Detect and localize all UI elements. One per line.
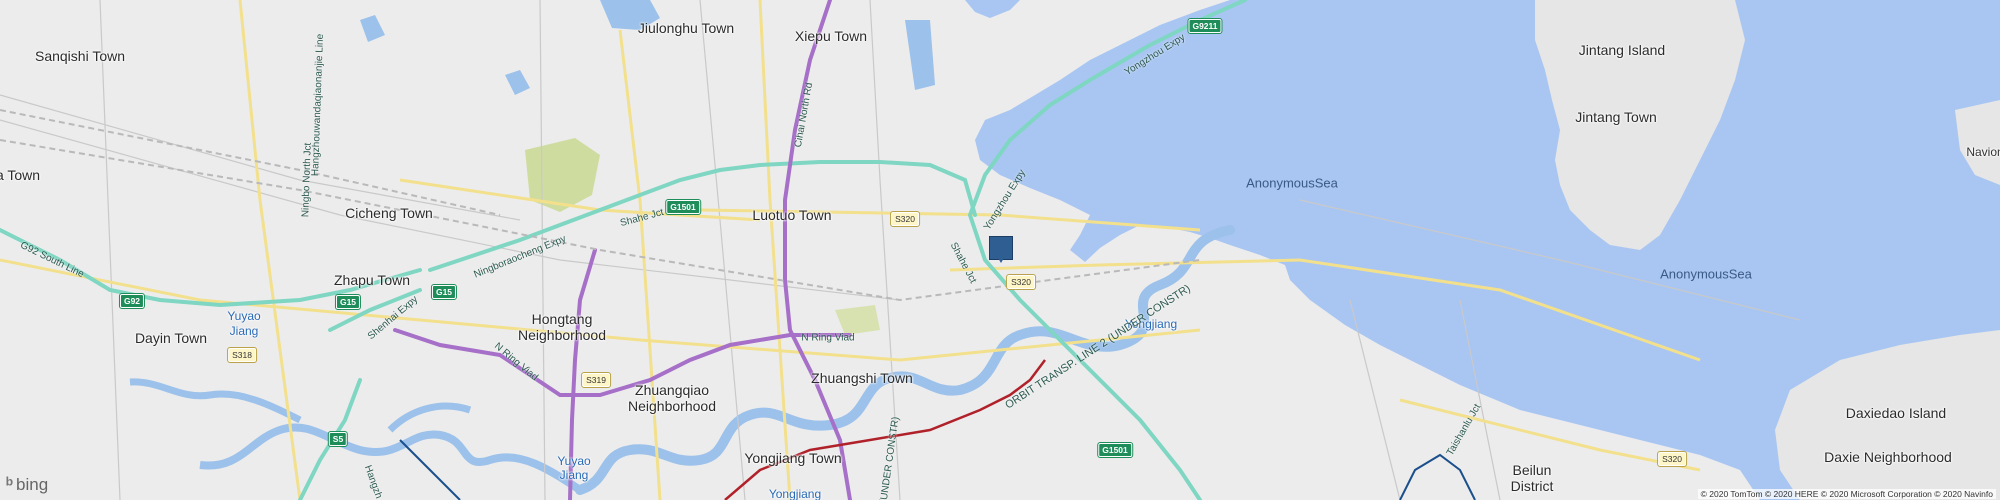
place-label: Jintang Island [1578, 42, 1666, 58]
place-label: District [1510, 478, 1554, 494]
place-label: Jintang Town [1575, 109, 1657, 125]
highway-shield: S320 [890, 211, 920, 227]
place-label: Daxiedao Island [1845, 405, 1947, 421]
highway-shield: S5 [327, 431, 349, 447]
location-pin-marker[interactable] [989, 236, 1013, 263]
sea-label: AnonymousSea [1660, 266, 1752, 282]
place-label: Zhuangqiao [635, 382, 709, 398]
bing-logo-text: bing [16, 474, 49, 494]
place-label: Sanqishi Town [34, 48, 126, 64]
river-label: Jiang [559, 468, 589, 482]
copyright-text: © 2020 TomTom © 2020 HERE © 2020 Microso… [1697, 489, 1996, 499]
place-label: a Town [0, 167, 41, 183]
place-label: Xiepu Town [794, 28, 868, 44]
place-label: Zhuangshi Town [811, 370, 913, 386]
place-label: Jiulonghu Town [637, 20, 735, 36]
river-label: Yuyao [227, 309, 261, 323]
bing-b-icon: ᵇ [6, 474, 14, 494]
highway-shield: S320 [1006, 274, 1036, 290]
highway-shield: G1501 [1097, 442, 1133, 458]
place-label: Zhapu Town [333, 272, 411, 288]
place-label: Neighborhood [628, 398, 716, 414]
place-label: Navion [1966, 145, 2000, 159]
place-label: Hongtang [531, 311, 593, 327]
river-label: Yuyao [557, 454, 591, 468]
place-label: Yongjiang Town [744, 450, 842, 466]
sea-label: AnonymousSea [1246, 175, 1338, 191]
river-label: Jiang [229, 324, 259, 338]
highway-shield: G15 [430, 284, 458, 300]
place-label: Luotuo Town [752, 207, 832, 223]
place-label: Cicheng Town [345, 205, 433, 221]
road-label: N Ring Viad [801, 332, 855, 344]
place-label: Daxie Neighborhood [1824, 449, 1952, 465]
highway-shield: G92 [118, 293, 146, 309]
highway-shield: G15 [334, 294, 362, 310]
highway-shield: G1501 [665, 199, 701, 215]
bing-logo[interactable]: ᵇ bing [6, 474, 48, 495]
river-label: Yongjiang [768, 487, 822, 500]
highway-shield: S320 [1657, 451, 1687, 467]
map-canvas[interactable]: Sanqishi Town Jiulonghu Town Xiepu Town … [0, 0, 2000, 500]
place-label: Dayin Town [134, 330, 208, 346]
highway-shield: S318 [227, 347, 257, 363]
highway-shield: S319 [581, 372, 611, 388]
highway-shield: G9211 [1187, 18, 1223, 34]
place-label: Neighborhood [518, 327, 606, 343]
place-label: Beilun [1512, 462, 1552, 478]
